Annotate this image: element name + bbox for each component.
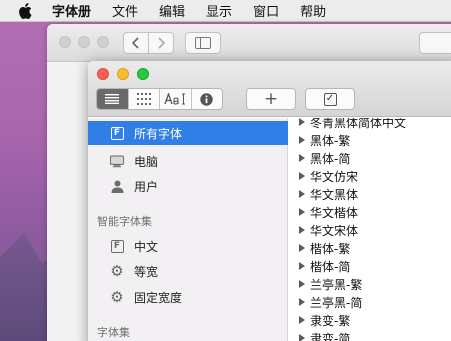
sidebar-item-chinese[interactable]: F 中文	[88, 234, 288, 258]
disclosure-triangle-icon[interactable]	[299, 118, 305, 126]
font-family-name: 华文仿宋	[310, 169, 359, 184]
sidebar-item-user[interactable]: 用户	[88, 174, 288, 198]
font-family-name: 隶变-简	[310, 331, 351, 341]
font-family-name: 华文宋体	[310, 223, 359, 238]
minimize-button[interactable]	[117, 68, 129, 80]
close-button[interactable]	[97, 68, 109, 80]
menu-help[interactable]: 帮助	[300, 1, 326, 20]
chevron-right-icon	[158, 37, 165, 49]
sidebar-item-all-fonts[interactable]: F 所有字体	[88, 121, 288, 145]
add-font-button[interactable]: +	[246, 88, 296, 110]
collections-header: 字体集	[97, 326, 130, 339]
font-family-name: 黑体-繁	[310, 133, 351, 148]
disclosure-triangle-icon[interactable]	[299, 298, 305, 306]
sample-view-button[interactable]	[160, 89, 192, 109]
chevron-left-icon	[132, 37, 139, 49]
sidebar-item-fixed-width[interactable]: ⚙ 固定宽度	[88, 285, 288, 309]
font-file-icon: F	[110, 126, 124, 140]
info-icon	[200, 92, 213, 106]
font-family-name: 兰亭黑-简	[310, 295, 363, 310]
forward-button[interactable]	[148, 32, 174, 54]
menu-view[interactable]: 显示	[206, 1, 232, 20]
disclosure-triangle-icon[interactable]	[299, 334, 305, 341]
font-family-name: 楷体-简	[310, 259, 351, 274]
user-icon	[110, 179, 124, 193]
font-book-window: + ✓ F 所有字体 电脑 用户 智能字体集 F 中文 ⚙ 等宽 ⚙ 固定宽度 …	[88, 61, 451, 341]
background-window-button[interactable]	[419, 32, 451, 54]
toolbar: + ✓	[88, 61, 451, 117]
list-icon	[105, 94, 120, 104]
grid-icon	[136, 93, 151, 105]
sidebar: F 所有字体 电脑 用户 智能字体集 F 中文 ⚙ 等宽 ⚙ 固定宽度 字体集	[88, 118, 288, 341]
font-list: 冬青黑体简体中文 黑体-繁 黑体-简 华文仿宋 华文黑体 华文楷体 华文宋体 楷…	[289, 118, 451, 341]
sidebar-item-monospace[interactable]: ⚙ 等宽	[88, 259, 288, 283]
smart-collections-header: 智能字体集	[97, 215, 152, 228]
info-button[interactable]	[192, 89, 223, 109]
sidebar-item-label: 固定宽度	[134, 290, 183, 305]
gear-icon: ⚙	[110, 288, 124, 306]
gear-icon: ⚙	[110, 262, 124, 280]
font-family-name: 黑体-简	[310, 151, 351, 166]
zoom-button[interactable]	[137, 68, 149, 80]
disclosure-triangle-icon[interactable]	[299, 190, 305, 198]
background-window-titlebar	[47, 24, 451, 62]
inactive-minimize-button[interactable]	[78, 36, 90, 48]
font-family-name: 隶变-繁	[310, 313, 351, 328]
apple-logo-icon[interactable]	[18, 2, 32, 19]
grid-view-button[interactable]	[129, 89, 160, 109]
font-family-name: 兰亭黑-繁	[310, 277, 363, 292]
inactive-zoom-button[interactable]	[97, 36, 109, 48]
back-button[interactable]	[123, 32, 149, 54]
font-family-name: 华文黑体	[310, 187, 359, 202]
sidebar-item-label: 用户	[134, 179, 159, 194]
font-file-icon: F	[110, 239, 124, 253]
sidebar-toggle-button[interactable]	[185, 32, 221, 54]
disclosure-triangle-icon[interactable]	[299, 172, 305, 180]
sample-text-icon	[164, 93, 186, 105]
menu-app[interactable]: 字体册	[52, 1, 91, 20]
menu-bar: 字体册 文件 编辑 显示 窗口 帮助	[0, 0, 451, 22]
sidebar-icon	[195, 37, 211, 49]
font-family-name: 华文楷体	[310, 205, 359, 220]
disclosure-triangle-icon[interactable]	[299, 262, 305, 270]
font-family-name: 冬青黑体简体中文	[310, 118, 407, 130]
list-view-button[interactable]	[97, 89, 129, 109]
menu-file[interactable]: 文件	[112, 1, 138, 20]
disclosure-triangle-icon[interactable]	[299, 208, 305, 216]
menu-window[interactable]: 窗口	[253, 1, 279, 20]
disclosure-triangle-icon[interactable]	[299, 154, 305, 162]
menu-edit[interactable]: 编辑	[159, 1, 185, 20]
sidebar-item-computer[interactable]: 电脑	[88, 149, 288, 173]
sidebar-item-label: 等宽	[134, 264, 159, 279]
font-family-name: 楷体-繁	[310, 241, 351, 256]
sidebar-item-label: 电脑	[134, 154, 159, 169]
validate-font-button[interactable]: ✓	[305, 88, 355, 110]
disclosure-triangle-icon[interactable]	[299, 136, 305, 144]
sidebar-item-label: 所有字体	[134, 126, 183, 141]
computer-icon	[110, 154, 124, 168]
disclosure-triangle-icon[interactable]	[299, 316, 305, 324]
disclosure-triangle-icon[interactable]	[299, 244, 305, 252]
disclosure-triangle-icon[interactable]	[299, 226, 305, 234]
plus-icon: +	[263, 88, 279, 109]
sidebar-item-label: 中文	[134, 239, 159, 254]
checkbox-icon: ✓	[323, 92, 337, 106]
inactive-close-button[interactable]	[59, 36, 71, 48]
disclosure-triangle-icon[interactable]	[299, 280, 305, 288]
view-mode-segmented-control	[96, 88, 223, 110]
